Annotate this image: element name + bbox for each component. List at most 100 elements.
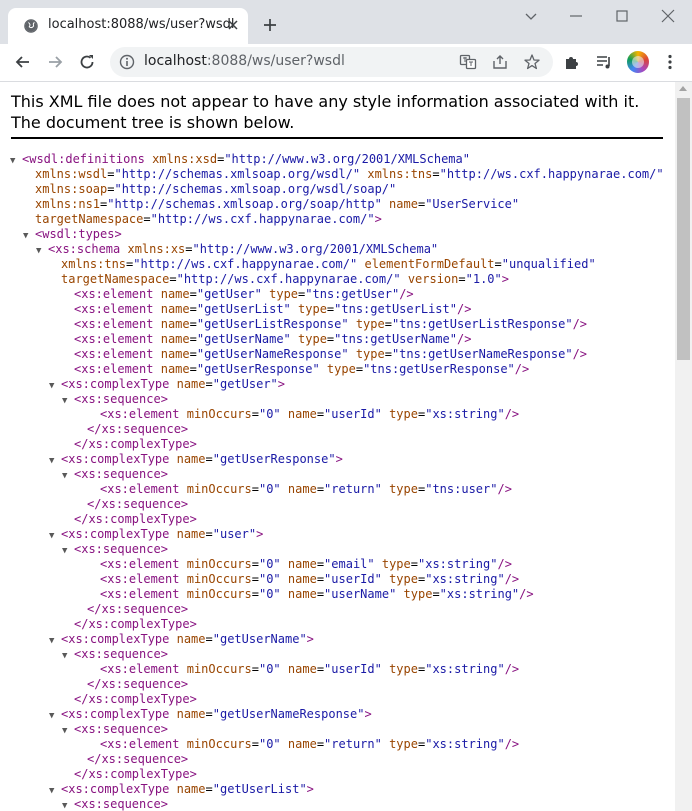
collapse-triangle-icon[interactable]: ▼ (49, 634, 61, 649)
xml-line: </xs:complexType> (10, 767, 664, 782)
share-icon[interactable] (491, 53, 509, 71)
back-arrow-icon[interactable] (13, 52, 33, 72)
xml-line: <xs:element minOccurs="0" name="return" … (10, 482, 664, 497)
xml-line-text: <xs:element minOccurs="0" name="return" … (100, 737, 520, 751)
extensions-puzzle-icon[interactable] (563, 53, 581, 71)
collapse-triangle-icon[interactable]: ▼ (36, 244, 48, 259)
vertical-scrollbar[interactable] (675, 82, 692, 811)
reload-icon[interactable] (77, 52, 97, 72)
xml-line-text: <xs:element name="getUserList" type="tns… (74, 302, 472, 316)
xml-line: ▼ <xs:complexType name="getUser"> (10, 377, 664, 392)
xml-line-text: <xs:element name="getUserResponse" type=… (74, 362, 530, 376)
xml-line: ▼ <xs:sequence> (10, 392, 664, 407)
xml-line: </xs:complexType> (10, 617, 664, 632)
collapse-triangle-icon[interactable]: ▼ (23, 229, 35, 244)
media-queue-icon[interactable] (595, 53, 613, 71)
collapse-triangle-icon[interactable]: ▼ (62, 649, 74, 664)
xml-line: ▼ <xs:complexType name="getUserNameRespon… (10, 707, 664, 722)
xml-line-text: <xs:complexType name="getUserName"> (61, 632, 314, 646)
collapse-triangle-icon[interactable]: ▼ (49, 529, 61, 544)
forward-arrow-icon[interactable] (45, 52, 65, 72)
xml-line-text: <xs:complexType name="getUserNameRespons… (61, 707, 372, 721)
url-host: localhost (144, 53, 207, 69)
xml-style-notice: This XML file does not appear to have an… (11, 91, 663, 139)
xml-line: xmlns:ns1="http://schemas.xmlsoap.org/so… (10, 197, 664, 212)
xml-line: <xs:element name="getUserList" type="tns… (10, 302, 664, 317)
collapse-triangle-icon[interactable]: ▼ (49, 379, 61, 394)
xml-line: targetNamespace="http://ws.cxf.happynara… (10, 272, 664, 287)
xml-line: ▼ <xs:complexType name="getUserResponse"> (10, 452, 664, 467)
xml-line-text: <xs:sequence> (74, 542, 168, 556)
info-icon[interactable] (119, 54, 135, 70)
collapse-triangle-icon[interactable]: ▼ (62, 469, 74, 484)
xml-line: ▼ <xs:sequence> (10, 797, 664, 811)
collapse-triangle-icon[interactable]: ▼ (62, 724, 74, 739)
xml-line: ▼ <wsdl:types> (10, 227, 664, 242)
xml-line-text: xmlns:tns="http://ws.cxf.happynarae.com/… (61, 257, 596, 271)
xml-line-text: <xs:element minOccurs="0" name="userName… (100, 587, 534, 601)
xml-line-text: targetNamespace="http://ws.cxf.happynara… (35, 212, 382, 226)
bookmark-star-icon[interactable] (523, 53, 541, 71)
collapse-triangle-icon[interactable]: ▼ (10, 154, 22, 169)
xml-line: xmlns:soap="http://schemas.xmlsoap.org/w… (10, 182, 664, 197)
scrollbar-thumb[interactable] (677, 98, 690, 360)
xml-line: xmlns:wsdl="http://schemas.xmlsoap.org/w… (10, 167, 664, 182)
scroll-up-arrow-icon[interactable] (679, 86, 687, 91)
xml-line: </xs:complexType> (10, 437, 664, 452)
globe-icon (24, 19, 38, 33)
xml-line-text: <xs:element name="getUser" type="tns:get… (74, 287, 414, 301)
translate-icon[interactable] (459, 53, 477, 71)
xml-line: <xs:element minOccurs="0" name="email" t… (10, 557, 664, 572)
xml-line-text: <xs:sequence> (74, 392, 168, 406)
xml-line: <xs:element name="getUserNameResponse" t… (10, 347, 664, 362)
xml-line: xmlns:tns="http://ws.cxf.happynarae.com/… (10, 257, 664, 272)
url-path: :8088/ws/user?wsdl (206, 53, 345, 69)
xml-line: </xs:complexType> (10, 512, 664, 527)
profile-avatar[interactable] (627, 51, 649, 73)
xml-line-text: </xs:sequence> (87, 422, 189, 436)
new-tab-icon[interactable] (262, 17, 278, 33)
xml-line-text: xmlns:soap="http://schemas.xmlsoap.org/w… (35, 182, 397, 196)
collapse-triangle-icon[interactable]: ▼ (62, 394, 74, 409)
tab-search-chevron-icon[interactable] (523, 8, 539, 24)
address-url[interactable]: localhost:8088/ws/user?wsdl (144, 53, 345, 69)
xml-line: </xs:complexType> (10, 692, 664, 707)
xml-line-text: <xs:sequence> (74, 722, 168, 736)
xml-line-text: xmlns:wsdl="http://schemas.xmlsoap.org/w… (35, 167, 664, 181)
xml-line-text: xmlns:ns1="http://schemas.xmlsoap.org/so… (35, 197, 520, 211)
xml-line-text: <xs:element minOccurs="0" name="userId" … (100, 572, 520, 586)
xml-line: </xs:sequence> (10, 497, 664, 512)
xml-line-text: <xs:complexType name="user"> (61, 527, 264, 541)
xml-line-text: <xs:element minOccurs="0" name="userId" … (100, 662, 520, 676)
xml-line: </xs:sequence> (10, 422, 664, 437)
xml-line-text: <xs:schema xmlns:xs="http://www.w3.org/2… (48, 242, 439, 256)
address-bar[interactable]: localhost:8088/ws/user?wsdl (110, 47, 553, 77)
page-content: This XML file does not appear to have an… (0, 82, 692, 811)
collapse-triangle-icon[interactable]: ▼ (49, 784, 61, 799)
xml-line-text: <xs:sequence> (74, 797, 168, 811)
xml-line: <xs:element minOccurs="0" name="userId" … (10, 572, 664, 587)
xml-line-text: </xs:complexType> (74, 617, 197, 631)
minimize-icon[interactable] (568, 8, 584, 24)
xml-line: targetNamespace="http://ws.cxf.happynara… (10, 212, 664, 227)
menu-kebab-icon[interactable] (661, 53, 679, 71)
xml-line-text: <xs:element minOccurs="0" name="email" t… (100, 557, 512, 571)
close-tab-icon[interactable] (226, 18, 240, 32)
maximize-icon[interactable] (614, 8, 630, 24)
xml-line: ▼ <xs:sequence> (10, 467, 664, 482)
xml-line: ▼ <xs:complexType name="user"> (10, 527, 664, 542)
xml-line: <xs:element minOccurs="0" name="userName… (10, 587, 664, 602)
browser-tab[interactable]: localhost:8088/ws/user?wsdl (8, 8, 248, 44)
xml-line-text: <xs:element minOccurs="0" name="return" … (100, 482, 512, 496)
collapse-triangle-icon[interactable]: ▼ (49, 454, 61, 469)
close-window-icon[interactable] (660, 8, 676, 24)
collapse-triangle-icon[interactable]: ▼ (49, 709, 61, 724)
xml-line: <xs:element name="getUser" type="tns:get… (10, 287, 664, 302)
xml-line-text: <wsdl:types> (35, 227, 122, 241)
xml-line: </xs:sequence> (10, 602, 664, 617)
collapse-triangle-icon[interactable]: ▼ (62, 544, 74, 559)
xml-line-text: <xs:element name="getUserName" type="tns… (74, 332, 472, 346)
xml-line-text: <xs:element name="getUserListResponse" t… (74, 317, 588, 331)
collapse-triangle-icon[interactable]: ▼ (62, 799, 74, 811)
xml-line-text: <xs:complexType name="getUser"> (61, 377, 286, 391)
